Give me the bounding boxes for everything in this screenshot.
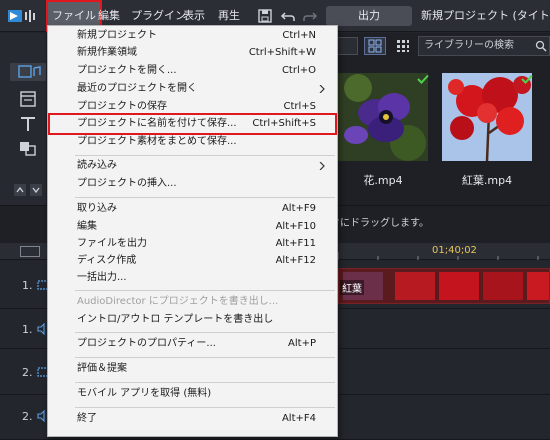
project-title: 新規プロジェクト (タイトルなし)* bbox=[421, 9, 550, 22]
menu-item-export-audiodirector: AudioDirector にプロジェクトを書き出し... bbox=[48, 293, 337, 311]
search-icon[interactable] bbox=[535, 40, 547, 52]
menu-item-project-properties[interactable]: プロジェクトのプロパティー... Alt+P bbox=[48, 335, 337, 353]
details-view-icon[interactable] bbox=[396, 39, 410, 53]
undo-icon[interactable] bbox=[280, 8, 296, 24]
clip-frame bbox=[483, 272, 523, 300]
media-thumbnail-flower[interactable] bbox=[338, 73, 428, 161]
menu-item-pack-materials[interactable]: プロジェクト素材をまとめて保存... bbox=[48, 133, 337, 151]
menu-item-shortcut: Ctrl+O bbox=[281, 65, 316, 76]
menu-item-label: 最近のプロジェクトを開く bbox=[77, 83, 197, 94]
menu-item-label: イントロ/アウトロ テンプレートを書き出し bbox=[77, 314, 274, 325]
menu-item-label: プロジェクト素材をまとめて保存... bbox=[77, 136, 237, 147]
menu-item-label: モバイル アプリを取得 (無料) bbox=[77, 388, 212, 399]
menu-separator bbox=[75, 357, 335, 358]
menu-item-export-intro-outro[interactable]: イントロ/アウトロ テンプレートを書き出し bbox=[48, 311, 337, 329]
clip-frame bbox=[439, 272, 479, 300]
menu-item-label: プロジェクトの挿入... bbox=[77, 178, 177, 189]
menu-item-shortcut: Alt+F4 bbox=[281, 413, 316, 424]
grid-view-button[interactable] bbox=[364, 37, 386, 55]
menu-item-open-recent[interactable]: 最近のプロジェクトを開く bbox=[48, 80, 337, 98]
menu-separator bbox=[75, 407, 335, 408]
menu-item-shortcut: Ctrl+N bbox=[282, 30, 316, 41]
menu-item-shortcut: Alt+F9 bbox=[281, 203, 316, 214]
menu-item-label: AudioDirector にプロジェクトを書き出し... bbox=[77, 296, 279, 307]
video-clip[interactable] bbox=[338, 268, 550, 304]
autumn-leaves-image bbox=[442, 73, 532, 161]
menu-item-shortcut: Ctrl+Shift+S bbox=[252, 118, 316, 129]
app-window: ファイル 編集 プラグイン 表示 再生 出力 新規プロジェクト (タイトルなし)… bbox=[0, 0, 550, 440]
timeline-timecode: 01;40;02 bbox=[432, 245, 477, 256]
room-toolbar bbox=[0, 33, 46, 205]
menu-separator bbox=[75, 290, 335, 291]
menu-separator bbox=[75, 382, 335, 383]
menu-item-exit[interactable]: 終了 Alt+F4 bbox=[48, 410, 337, 428]
checkmark-icon bbox=[521, 74, 533, 84]
clip-label: 紅葉 bbox=[340, 280, 364, 295]
menu-item-label: 評価＆提案 bbox=[77, 363, 127, 374]
submenu-arrow-icon bbox=[319, 85, 325, 93]
menu-item-label: ディスク作成 bbox=[77, 255, 137, 266]
menu-item-rate-suggest[interactable]: 評価＆提案 bbox=[48, 360, 337, 378]
thumbnail-label: 花.mp4 bbox=[363, 174, 403, 187]
library-search-input[interactable]: ライブラリーの検索 bbox=[418, 36, 550, 56]
clip-frame bbox=[395, 272, 435, 300]
menu-item-label: 読み込み bbox=[77, 160, 117, 171]
power-director-logo-icon[interactable] bbox=[6, 7, 40, 25]
menu-item-batch-produce[interactable]: 一括出力... bbox=[48, 269, 337, 287]
track-number: 2. bbox=[22, 366, 33, 379]
submenu-arrow-icon bbox=[319, 162, 325, 170]
chevron-up-icon[interactable] bbox=[14, 184, 26, 196]
menu-item-label: 編集 bbox=[77, 221, 97, 232]
redo-icon[interactable] bbox=[302, 8, 318, 24]
template-room-icon[interactable] bbox=[18, 90, 38, 108]
menu-item-new-workspace[interactable]: 新規作業領域 Ctrl+Shift+W bbox=[48, 44, 337, 62]
menu-item-label: 終了 bbox=[77, 413, 97, 424]
menu-item-shortcut: Alt+F10 bbox=[275, 221, 316, 232]
media-thumbnail-autumn[interactable] bbox=[442, 73, 532, 161]
menu-item-label: 一括出力... bbox=[77, 272, 127, 283]
menu-item-produce[interactable]: ファイルを出力 Alt+F11 bbox=[48, 235, 337, 253]
menu-item-shortcut: Alt+P bbox=[288, 338, 316, 349]
media-room-icon[interactable] bbox=[10, 63, 46, 81]
track-number: 1. bbox=[22, 323, 33, 336]
save-icon[interactable] bbox=[257, 8, 273, 24]
chevron-down-icon[interactable] bbox=[30, 184, 42, 196]
menu-item-open-project[interactable]: プロジェクトを開く... Ctrl+O bbox=[48, 62, 337, 80]
menu-item-label: プロジェクトに名前を付けて保存... bbox=[77, 118, 237, 129]
menu-separator bbox=[75, 332, 335, 333]
menu-item-new-project[interactable]: 新規プロジェクト Ctrl+N bbox=[48, 27, 337, 45]
flower-image bbox=[338, 73, 428, 161]
transition-room-icon[interactable] bbox=[18, 139, 38, 157]
menu-item-edit[interactable]: 編集 Alt+F10 bbox=[48, 218, 337, 236]
menu-item-label: 取り込み bbox=[77, 203, 117, 214]
menu-item-label: プロジェクトを開く... bbox=[77, 65, 177, 76]
menu-separator bbox=[75, 197, 335, 198]
menu-item-label: 新規作業領域 bbox=[77, 47, 137, 58]
menu-item-label: ファイルを出力 bbox=[77, 238, 147, 249]
menu-item-shortcut: Alt+F12 bbox=[275, 255, 316, 266]
track-number: 1. bbox=[22, 279, 33, 292]
clip-frame bbox=[527, 272, 549, 300]
title-room-icon[interactable] bbox=[18, 115, 38, 133]
menu-item-label: 新規プロジェクト bbox=[77, 30, 157, 41]
menu-item-shortcut: Alt+F11 bbox=[275, 238, 316, 249]
grid-icon bbox=[368, 39, 382, 53]
list-view-button[interactable] bbox=[336, 37, 358, 55]
menu-item-get-mobile-app[interactable]: モバイル アプリを取得 (無料) bbox=[48, 385, 337, 403]
checkmark-icon bbox=[417, 74, 429, 84]
menu-item-capture[interactable]: 取り込み Alt+F9 bbox=[48, 200, 337, 218]
menu-separator bbox=[75, 155, 335, 156]
menu-item-save-as[interactable]: プロジェクトに名前を付けて保存... Ctrl+Shift+S bbox=[48, 113, 337, 135]
menu-item-label: プロジェクトのプロパティー... bbox=[77, 338, 216, 349]
menu-item-shortcut: Ctrl+Shift+W bbox=[248, 47, 316, 58]
menu-item-import[interactable]: 読み込み bbox=[48, 157, 337, 175]
thumbnail-label: 紅葉.mp4 bbox=[461, 174, 513, 187]
menu-item-create-disc[interactable]: ディスク作成 Alt+F12 bbox=[48, 252, 337, 270]
output-button[interactable]: 出力 bbox=[326, 6, 412, 26]
fit-timeline-icon[interactable] bbox=[20, 246, 40, 257]
track-number: 2. bbox=[22, 410, 33, 423]
menu-item-insert-project[interactable]: プロジェクトの挿入... bbox=[48, 175, 337, 193]
file-menu-dropdown: 新規プロジェクト Ctrl+N 新規作業領域 Ctrl+Shift+W プロジェ… bbox=[47, 25, 338, 437]
